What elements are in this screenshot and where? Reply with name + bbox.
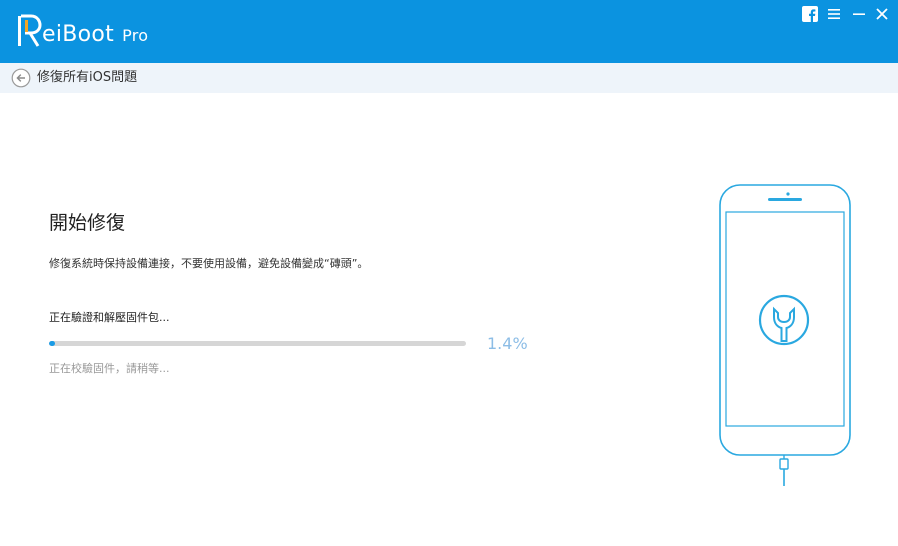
- app-edition: Pro: [122, 26, 149, 45]
- page-title: 修復所有iOS問題: [37, 70, 138, 85]
- app-name: eiBoot: [42, 22, 115, 47]
- repair-description: 修復系統時保持設備連接，不要使用設備，避免設備變成“磚頭”。: [49, 257, 369, 270]
- facebook-icon[interactable]: [802, 6, 818, 22]
- phone-wrench-icon: [719, 184, 851, 486]
- minimize-icon[interactable]: [851, 6, 867, 22]
- menu-icon[interactable]: [826, 6, 842, 22]
- reiboot-logo-icon: [18, 14, 42, 47]
- progress-bar-fill: [49, 341, 55, 346]
- close-icon[interactable]: [874, 6, 890, 22]
- repair-heading: 開始修復: [49, 212, 126, 234]
- back-arrow-icon[interactable]: [11, 68, 31, 88]
- repair-substatus: 正在校驗固件，請稍等...: [49, 362, 170, 375]
- progress-percent: 1.4%: [487, 334, 528, 353]
- progress-bar: [49, 341, 466, 346]
- title-bar: eiBoot Pro: [0, 0, 898, 63]
- app-logo-text: eiBoot Pro: [42, 22, 148, 49]
- repair-status: 正在驗證和解壓固件包...: [49, 311, 170, 324]
